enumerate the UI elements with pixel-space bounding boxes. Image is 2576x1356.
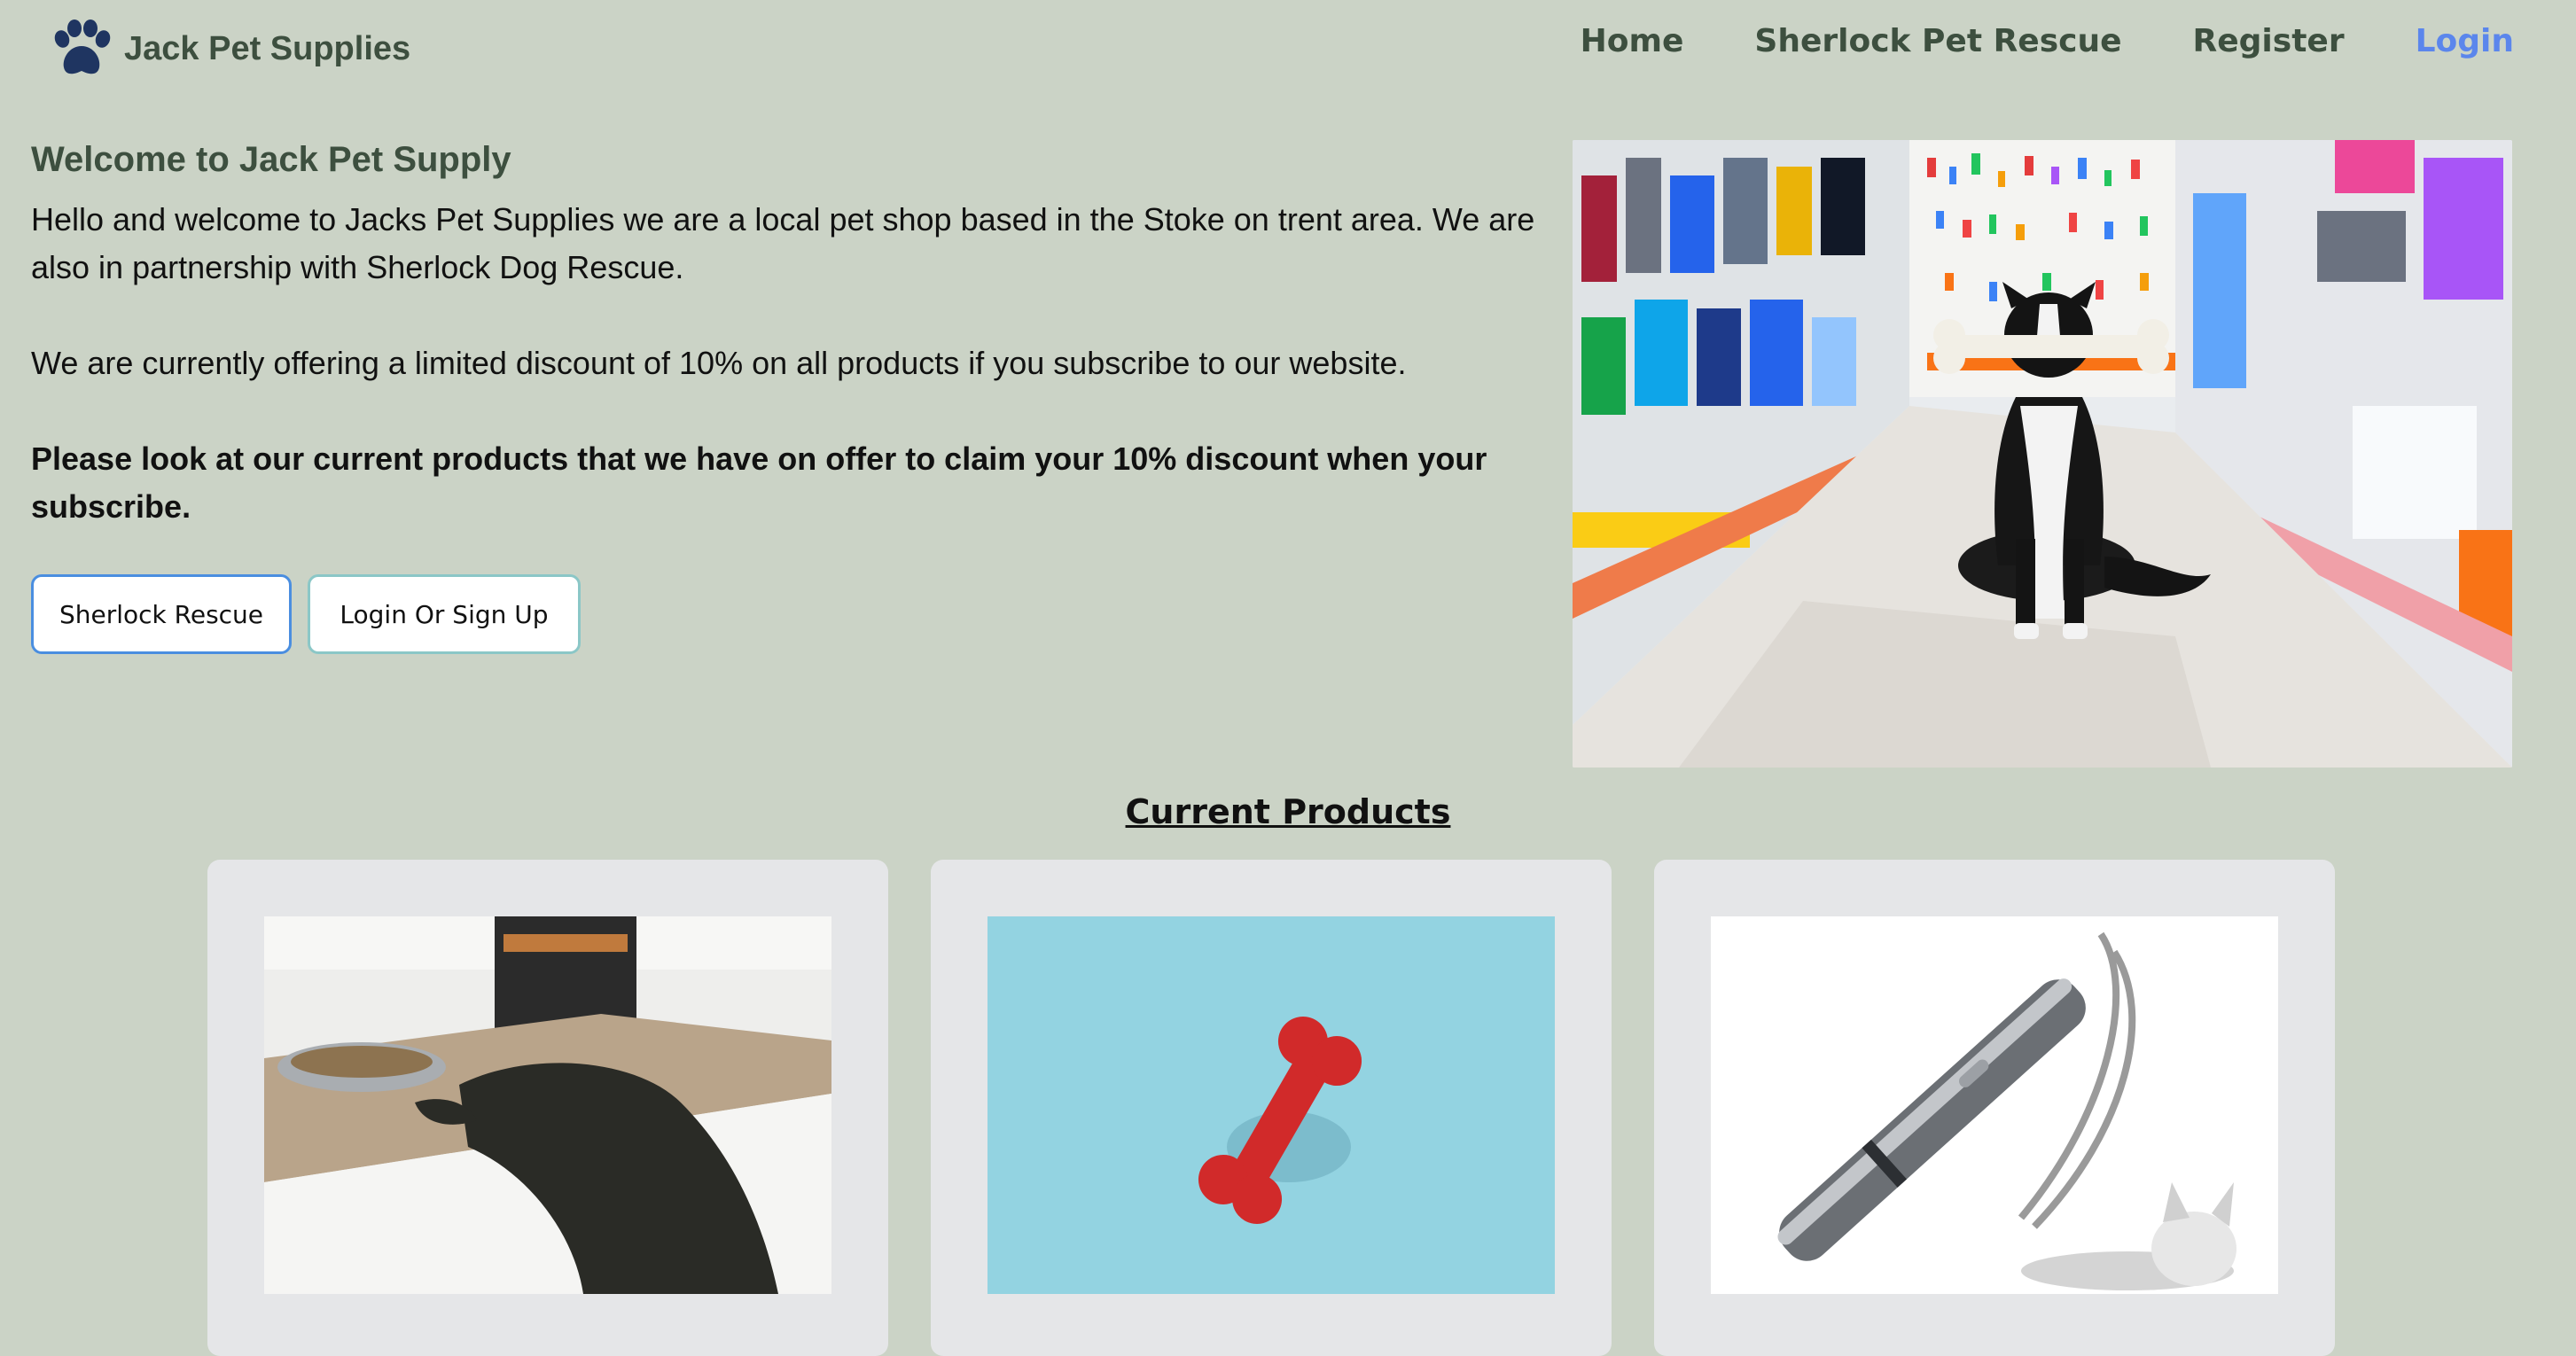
brand-name: Jack Pet Supplies	[124, 29, 411, 67]
product-card[interactable]	[931, 860, 1612, 1356]
paw-icon	[54, 19, 111, 74]
navbar: Jack Pet Supplies Home Sherlock Pet Resc…	[0, 0, 2576, 97]
sherlock-rescue-button[interactable]: Sherlock Rescue	[31, 574, 292, 654]
hero-intro-text: Hello and welcome to Jacks Pet Supplies …	[31, 201, 1535, 285]
nav-login-link[interactable]: Login	[2416, 23, 2514, 59]
hero-title: Welcome to Jack Pet Supply	[31, 140, 511, 179]
product-card[interactable]	[1654, 860, 2335, 1356]
nav-links: Home Sherlock Pet Rescue Register Login	[1581, 23, 2514, 59]
current-products-heading: Current Products	[1125, 792, 1451, 831]
hero-discount-text: We are currently offering a limited disc…	[31, 345, 1407, 381]
nav-sherlock-rescue-link[interactable]: Sherlock Pet Rescue	[1754, 23, 2121, 59]
hero-text: Welcome to Jack Pet Supply Hello and wel…	[31, 140, 1538, 579]
hero-buttons: Sherlock Rescue Login Or Sign Up	[31, 574, 581, 654]
brand[interactable]: Jack Pet Supplies	[50, 19, 410, 78]
nav-register-link[interactable]: Register	[2193, 23, 2345, 59]
nav-home-link[interactable]: Home	[1581, 23, 1684, 59]
product-image-laser-pointer	[1711, 916, 2278, 1294]
product-image-chew-bone-toy	[987, 916, 1555, 1294]
product-card[interactable]	[207, 860, 888, 1356]
product-image-dog-food	[264, 916, 831, 1294]
hero-offer-text: Please look at our current products that…	[31, 440, 1487, 525]
login-signup-button[interactable]: Login Or Sign Up	[308, 574, 581, 654]
hero-image-dog-in-shop	[1573, 140, 2512, 768]
